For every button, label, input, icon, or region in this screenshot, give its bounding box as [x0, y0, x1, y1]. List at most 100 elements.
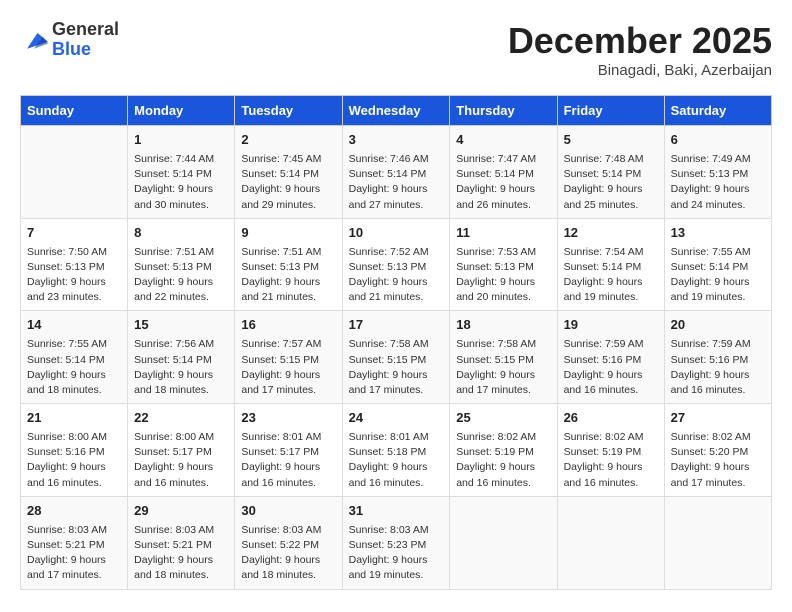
day-info: Sunrise: 8:03 AM Sunset: 5:21 PM Dayligh…	[134, 523, 228, 584]
day-cell: 20Sunrise: 7:59 AM Sunset: 5:16 PM Dayli…	[664, 311, 771, 404]
day-info: Sunrise: 7:52 AM Sunset: 5:13 PM Dayligh…	[349, 245, 444, 306]
day-number: 1	[134, 131, 228, 150]
day-cell: 18 Sunrise: 7:58 AM Sunset: 5:15 PM Dayli…	[450, 311, 557, 404]
location-subtitle: Binagadi, Baki, Azerbaijan	[508, 62, 772, 79]
day-info: Sunrise: 7:48 AM Sunset: 5:14 PM Dayligh…	[564, 152, 658, 213]
week-row-2: 7 Sunrise: 7:50 AM Sunset: 5:13 PM Daylig…	[21, 218, 772, 311]
day-header-thursday: Thursday	[450, 96, 557, 126]
day-number: 28	[27, 502, 121, 521]
day-info: Sunrise: 8:02 AM Sunset: 5:19 PM Dayligh…	[564, 430, 658, 491]
day-cell: 27 Sunrise: 8:02 AM Sunset: 5:20 PM Dayli…	[664, 404, 771, 497]
day-number: 18	[456, 316, 550, 335]
day-number: 20	[671, 316, 765, 335]
day-cell	[664, 496, 771, 589]
day-cell: 12 Sunrise: 7:54 AM Sunset: 5:14 PM Dayli…	[557, 218, 664, 311]
logo-blue: Blue	[52, 39, 91, 59]
day-number: 31	[349, 502, 444, 521]
day-number: 13	[671, 224, 765, 243]
day-header-sunday: Sunday	[21, 96, 128, 126]
day-cell: 22 Sunrise: 8:00 AM Sunset: 5:17 PM Dayli…	[128, 404, 235, 497]
day-info: Sunrise: 7:51 AM Sunset: 5:13 PM Dayligh…	[241, 245, 335, 306]
day-cell: 2 Sunrise: 7:45 AM Sunset: 5:14 PM Daylig…	[235, 126, 342, 219]
day-header-tuesday: Tuesday	[235, 96, 342, 126]
day-info: Sunrise: 8:02 AM Sunset: 5:20 PM Dayligh…	[671, 430, 765, 491]
title-area: December 2025 Binagadi, Baki, Azerbaijan	[508, 20, 772, 79]
day-number: 4	[456, 131, 550, 150]
day-cell: 6Sunrise: 7:49 AM Sunset: 5:13 PM Daylig…	[664, 126, 771, 219]
day-cell	[21, 126, 128, 219]
day-cell: 25 Sunrise: 8:02 AM Sunset: 5:19 PM Dayli…	[450, 404, 557, 497]
day-info: Sunrise: 7:44 AM Sunset: 5:14 PM Dayligh…	[134, 152, 228, 213]
day-number: 17	[349, 316, 444, 335]
day-info: Sunrise: 7:53 AM Sunset: 5:13 PM Dayligh…	[456, 245, 550, 306]
day-number: 12	[564, 224, 658, 243]
day-info: Sunrise: 8:01 AM Sunset: 5:18 PM Dayligh…	[349, 430, 444, 491]
day-cell: 19Sunrise: 7:59 AM Sunset: 5:16 PM Dayli…	[557, 311, 664, 404]
day-header-friday: Friday	[557, 96, 664, 126]
day-number: 29	[134, 502, 228, 521]
day-number: 11	[456, 224, 550, 243]
day-number: 22	[134, 409, 228, 428]
week-row-1: 1 Sunrise: 7:44 AM Sunset: 5:14 PM Daylig…	[21, 126, 772, 219]
day-number: 14	[27, 316, 121, 335]
day-cell: 4 Sunrise: 7:47 AM Sunset: 5:14 PM Daylig…	[450, 126, 557, 219]
day-number: 30	[241, 502, 335, 521]
day-cell: 11 Sunrise: 7:53 AM Sunset: 5:13 PM Dayli…	[450, 218, 557, 311]
day-header-wednesday: Wednesday	[342, 96, 450, 126]
day-info: Sunrise: 7:57 AM Sunset: 5:15 PM Dayligh…	[241, 337, 335, 398]
day-cell: 9 Sunrise: 7:51 AM Sunset: 5:13 PM Daylig…	[235, 218, 342, 311]
logo-general: General	[52, 19, 119, 39]
day-info: Sunrise: 7:58 AM Sunset: 5:15 PM Dayligh…	[349, 337, 444, 398]
day-cell: 1 Sunrise: 7:44 AM Sunset: 5:14 PM Daylig…	[128, 126, 235, 219]
day-number: 19	[564, 316, 658, 335]
day-cell: 29 Sunrise: 8:03 AM Sunset: 5:21 PM Dayli…	[128, 496, 235, 589]
day-cell	[450, 496, 557, 589]
day-info: Sunrise: 7:45 AM Sunset: 5:14 PM Dayligh…	[241, 152, 335, 213]
day-cell: 13 Sunrise: 7:55 AM Sunset: 5:14 PM Dayli…	[664, 218, 771, 311]
day-cell: 15 Sunrise: 7:56 AM Sunset: 5:14 PM Dayli…	[128, 311, 235, 404]
day-cell: 28Sunrise: 8:03 AM Sunset: 5:21 PM Dayli…	[21, 496, 128, 589]
day-info: Sunrise: 8:00 AM Sunset: 5:16 PM Dayligh…	[27, 430, 121, 491]
day-cell: 31 Sunrise: 8:03 AM Sunset: 5:23 PM Dayli…	[342, 496, 450, 589]
day-number: 16	[241, 316, 335, 335]
day-info: Sunrise: 8:03 AM Sunset: 5:23 PM Dayligh…	[349, 523, 444, 584]
day-number: 8	[134, 224, 228, 243]
day-header-monday: Monday	[128, 96, 235, 126]
day-info: Sunrise: 7:58 AM Sunset: 5:15 PM Dayligh…	[456, 337, 550, 398]
week-row-5: 28 Sunrise: 8:03 AM Sunset: 5:21 PM Dayli…	[21, 496, 772, 589]
day-number: 25	[456, 409, 550, 428]
page-header: General Blue December 2025 Binagadi, Bak…	[20, 20, 772, 79]
day-info: Sunrise: 7:54 AM Sunset: 5:14 PM Dayligh…	[564, 245, 658, 306]
day-info: Sunrise: 8:00 AM Sunset: 5:17 PM Dayligh…	[134, 430, 228, 491]
day-info: Sunrise: 7:55 AM Sunset: 5:14 PM Dayligh…	[27, 337, 121, 398]
day-cell: 17 Sunrise: 7:58 AM Sunset: 5:15 PM Dayli…	[342, 311, 450, 404]
month-title: December 2025	[508, 20, 772, 62]
day-number: 15	[134, 316, 228, 335]
day-number: 27	[671, 409, 765, 428]
day-info: Sunrise: 7:56 AM Sunset: 5:14 PM Dayligh…	[134, 337, 228, 398]
day-info: Sunrise: 7:47 AM Sunset: 5:14 PM Dayligh…	[456, 152, 550, 213]
day-cell: 5 Sunrise: 7:48 AM Sunset: 5:14 PM Daylig…	[557, 126, 664, 219]
day-number: 7	[27, 224, 121, 243]
day-number: 2	[241, 131, 335, 150]
day-cell: 14 Sunrise: 7:55 AM Sunset: 5:14 PM Dayli…	[21, 311, 128, 404]
logo-text: General Blue	[52, 20, 119, 60]
day-info: Sunrise: 7:50 AM Sunset: 5:13 PM Dayligh…	[27, 245, 121, 306]
day-cell: 30 Sunrise: 8:03 AM Sunset: 5:22 PM Dayli…	[235, 496, 342, 589]
day-info: Sunrise: 8:02 AM Sunset: 5:19 PM Dayligh…	[456, 430, 550, 491]
day-number: 5	[564, 131, 658, 150]
day-header-saturday: Saturday	[664, 96, 771, 126]
day-info: Sunrise: 7:51 AM Sunset: 5:13 PM Dayligh…	[134, 245, 228, 306]
day-cell: 21Sunrise: 8:00 AM Sunset: 5:16 PM Dayli…	[21, 404, 128, 497]
day-number: 6	[671, 131, 765, 150]
day-number: 24	[349, 409, 444, 428]
calendar-table: SundayMondayTuesdayWednesdayThursdayFrid…	[20, 95, 772, 590]
day-number: 26	[564, 409, 658, 428]
day-cell: 3Sunrise: 7:46 AM Sunset: 5:14 PM Daylig…	[342, 126, 450, 219]
day-number: 9	[241, 224, 335, 243]
day-info: Sunrise: 8:03 AM Sunset: 5:22 PM Dayligh…	[241, 523, 335, 584]
day-cell: 8 Sunrise: 7:51 AM Sunset: 5:13 PM Daylig…	[128, 218, 235, 311]
week-row-3: 14 Sunrise: 7:55 AM Sunset: 5:14 PM Dayli…	[21, 311, 772, 404]
day-info: Sunrise: 7:55 AM Sunset: 5:14 PM Dayligh…	[671, 245, 765, 306]
day-cell: 23Sunrise: 8:01 AM Sunset: 5:17 PM Dayli…	[235, 404, 342, 497]
